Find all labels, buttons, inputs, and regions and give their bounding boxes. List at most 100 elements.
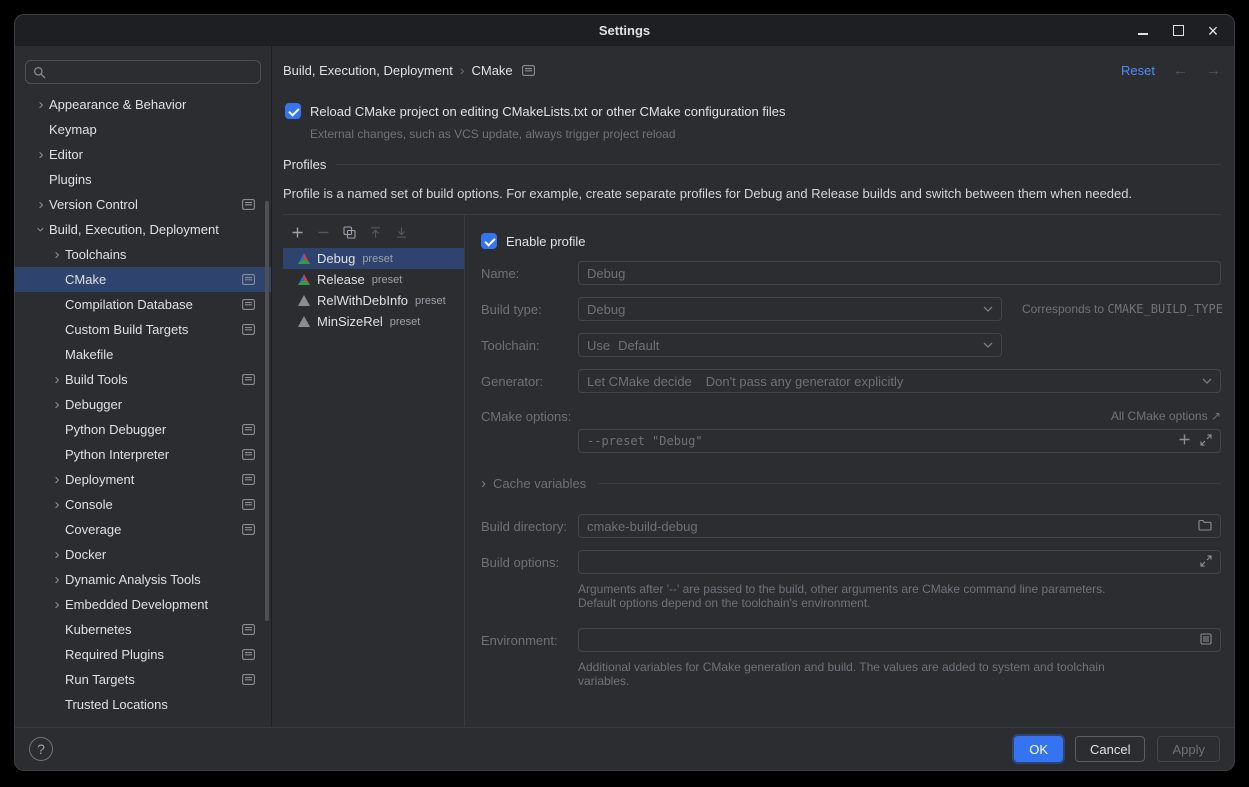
sidebar-item-label: Debugger (65, 397, 122, 412)
build-options-field[interactable] (578, 550, 1221, 574)
sidebar-item-debugger[interactable]: ›Debugger (15, 392, 271, 417)
project-level-icon (242, 449, 255, 460)
sidebar-item-custom-build-targets[interactable]: Custom Build Targets (15, 317, 271, 342)
sidebar-item-kubernetes[interactable]: Kubernetes (15, 617, 271, 642)
forward-icon[interactable]: → (1206, 62, 1221, 79)
environment-row: Environment: (481, 628, 1221, 652)
toolchain-select[interactable]: Use Default (578, 333, 1002, 357)
help-icon[interactable]: ? (29, 737, 53, 761)
cache-variables-label: Cache variables (493, 476, 586, 491)
generator-value: Let CMake decide (587, 374, 692, 389)
profile-item-relwithdebinfo[interactable]: RelWithDebInfopreset (283, 290, 464, 311)
chevron-collapsed-icon[interactable]: › (49, 247, 65, 262)
sidebar-item-makefile[interactable]: Makefile (15, 342, 271, 367)
expand-icon[interactable] (1200, 434, 1212, 449)
environment-variables-icon[interactable] (1200, 633, 1212, 648)
copy-icon[interactable] (343, 226, 356, 239)
sidebar-item-required-plugins[interactable]: Required Plugins (15, 642, 271, 667)
sidebar-item-label: Embedded Development (65, 597, 208, 612)
move-down-icon[interactable] (395, 226, 408, 239)
enable-profile-checkbox[interactable] (481, 233, 497, 249)
chevron-expanded-icon[interactable]: › (34, 222, 49, 238)
sidebar-item-python-debugger[interactable]: Python Debugger (15, 417, 271, 442)
search-input[interactable] (52, 65, 253, 80)
sidebar-item-coverage[interactable]: Coverage (15, 517, 271, 542)
chevron-collapsed-icon[interactable]: › (49, 472, 65, 487)
chevron-collapsed-icon[interactable]: › (49, 597, 65, 612)
sidebar-scrollbar[interactable] (265, 201, 269, 621)
profile-item-release[interactable]: Releasepreset (283, 269, 464, 290)
settings-window: Settings × ›Appearance & BehaviorKeymap›… (14, 14, 1235, 771)
titlebar[interactable]: Settings × (15, 15, 1234, 46)
chevron-collapsed-icon[interactable]: › (49, 497, 65, 512)
sidebar-item-run-targets[interactable]: Run Targets (15, 667, 271, 692)
sidebar-item-keymap[interactable]: Keymap (15, 117, 271, 142)
profile-item-minsizerel[interactable]: MinSizeRelpreset (283, 311, 464, 332)
sidebar-item-embedded-development[interactable]: ›Embedded Development (15, 592, 271, 617)
sidebar-item-compilation-database[interactable]: Compilation Database (15, 292, 271, 317)
name-field[interactable]: Debug (578, 261, 1221, 285)
sidebar-item-console[interactable]: ›Console (15, 492, 271, 517)
project-level-icon (242, 474, 255, 485)
chevron-collapsed-icon[interactable]: › (33, 97, 49, 112)
cmake-profile-icon (298, 253, 310, 264)
chevron-collapsed-icon[interactable]: › (33, 147, 49, 162)
chevron-collapsed-icon[interactable]: › (49, 372, 65, 387)
sidebar-item-appearance-behavior[interactable]: ›Appearance & Behavior (15, 92, 271, 117)
sidebar-item-docker[interactable]: ›Docker (15, 542, 271, 567)
expand-icon[interactable] (1200, 555, 1212, 570)
sidebar-item-label: Custom Build Targets (65, 322, 188, 337)
chevron-collapsed-icon[interactable]: › (49, 397, 65, 412)
chevron-collapsed-icon[interactable]: › (49, 547, 65, 562)
sidebar-item-build-execution-deployment[interactable]: ›Build, Execution, Deployment (15, 217, 271, 242)
reset-link[interactable]: Reset (1121, 63, 1155, 78)
project-level-icon (242, 424, 255, 435)
cmake-options-field[interactable]: --preset "Debug" (578, 429, 1221, 453)
dialog-footer: ? OK Cancel Apply (15, 727, 1234, 770)
maximize-icon[interactable] (1171, 24, 1185, 38)
sidebar-item-plugins[interactable]: Plugins (15, 167, 271, 192)
build-type-select[interactable]: Debug (578, 297, 1002, 321)
build-options-row: Build options: (481, 550, 1221, 574)
profiles-section-title: Profiles (283, 157, 326, 172)
environment-field[interactable] (578, 628, 1221, 652)
sidebar-item-editor[interactable]: ›Editor (15, 142, 271, 167)
sidebar-item-label: Appearance & Behavior (49, 97, 186, 112)
sidebar-item-cmake[interactable]: CMake (15, 267, 271, 292)
sidebar-item-build-tools[interactable]: ›Build Tools (15, 367, 271, 392)
sidebar-item-deployment[interactable]: ›Deployment (15, 467, 271, 492)
sidebar-item-python-interpreter[interactable]: Python Interpreter (15, 442, 271, 467)
folder-icon[interactable] (1198, 519, 1212, 534)
breadcrumb-current[interactable]: CMake (471, 63, 512, 78)
chevron-collapsed-icon[interactable]: › (33, 197, 49, 212)
close-icon[interactable]: × (1206, 24, 1220, 38)
profile-item-debug[interactable]: Debugpreset (283, 248, 464, 269)
generator-select[interactable]: Let CMake decide Don't pass any generato… (578, 369, 1221, 393)
add-option-icon[interactable] (1178, 433, 1191, 449)
build-directory-field[interactable]: cmake-build-debug (578, 514, 1221, 538)
cancel-button[interactable]: Cancel (1075, 736, 1145, 762)
external-link-icon: ↗ (1211, 409, 1221, 423)
ok-button[interactable]: OK (1014, 736, 1063, 762)
cmake-options-label: CMake options: (481, 409, 578, 424)
apply-button[interactable]: Apply (1157, 736, 1220, 762)
minimize-icon[interactable] (1136, 24, 1150, 38)
sidebar-item-dynamic-analysis-tools[interactable]: ›Dynamic Analysis Tools (15, 567, 271, 592)
profiles-section-header: Profiles (283, 157, 1221, 172)
sidebar-item-trusted-locations[interactable]: Trusted Locations (15, 692, 271, 717)
search-box[interactable] (25, 60, 261, 84)
remove-icon[interactable] (317, 226, 330, 239)
breadcrumb-parent[interactable]: Build, Execution, Deployment (283, 63, 453, 78)
sidebar-item-label: Run Targets (65, 672, 135, 687)
chevron-down-icon (983, 306, 993, 312)
chevron-collapsed-icon[interactable]: › (49, 572, 65, 587)
cache-variables-toggle[interactable]: › Cache variables (481, 475, 1221, 492)
sidebar-item-toolchains[interactable]: ›Toolchains (15, 242, 271, 267)
back-icon[interactable]: ← (1173, 62, 1188, 79)
project-level-icon (242, 274, 255, 285)
move-up-icon[interactable] (369, 226, 382, 239)
sidebar-item-version-control[interactable]: ›Version Control (15, 192, 271, 217)
reload-cmake-checkbox[interactable] (285, 103, 301, 119)
add-icon[interactable] (291, 226, 304, 239)
all-cmake-options-link[interactable]: All CMake options ↗ (1111, 409, 1221, 423)
